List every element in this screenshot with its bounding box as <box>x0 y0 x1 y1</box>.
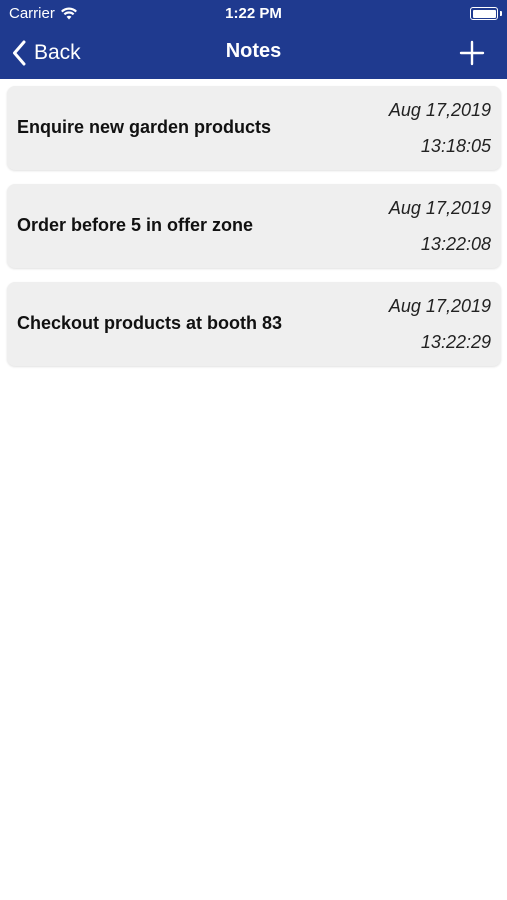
note-item[interactable]: Order before 5 in offer zone Aug 17,2019… <box>7 184 501 268</box>
plus-icon <box>457 40 487 72</box>
top-bar: Carrier 1:22 PM Back Notes <box>0 0 507 79</box>
status-bar: Carrier 1:22 PM <box>0 0 507 28</box>
note-date: Aug 17,2019 <box>388 296 491 316</box>
note-time: 13:22:29 <box>420 332 491 352</box>
note-title: Enquire new garden products <box>17 117 272 137</box>
battery-tip <box>500 11 502 16</box>
page-title: Notes <box>225 40 282 62</box>
status-time: 1:22 PM <box>225 5 282 22</box>
note-item[interactable]: Checkout products at booth 83 Aug 17,201… <box>7 282 501 366</box>
note-title: Checkout products at booth 83 <box>17 313 283 333</box>
battery-icon <box>470 7 498 20</box>
note-time: 13:18:05 <box>420 136 491 156</box>
note-time: 13:22:08 <box>420 234 491 254</box>
note-date: Aug 17,2019 <box>388 100 491 120</box>
add-note-button[interactable] <box>457 38 487 68</box>
note-item[interactable]: Enquire new garden products Aug 17,2019 … <box>7 86 501 170</box>
notes-list: Enquire new garden products Aug 17,2019 … <box>7 86 501 380</box>
note-date: Aug 17,2019 <box>388 198 491 218</box>
navigation-bar: Back Notes <box>0 28 507 79</box>
note-title: Order before 5 in offer zone <box>17 215 254 235</box>
